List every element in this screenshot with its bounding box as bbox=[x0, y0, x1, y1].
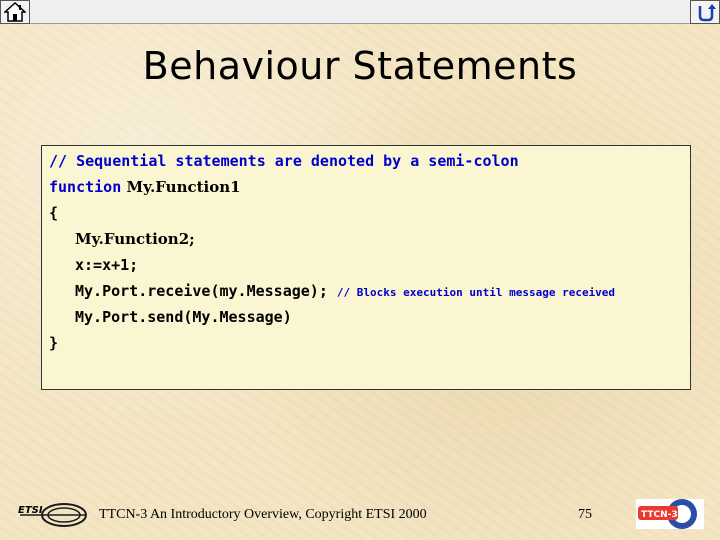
etsi-logo-text: ETSI bbox=[18, 505, 43, 516]
etsi-logo: ETSI bbox=[16, 499, 92, 533]
ttcn3-logo-text: TTCN-3 bbox=[641, 510, 678, 520]
page-number: 75 bbox=[578, 507, 592, 522]
code-statement-3: My.Port.receive(my.Message); // Blocks e… bbox=[49, 278, 690, 304]
receive-statement: My.Port.receive(my.Message); bbox=[75, 282, 328, 300]
function-name: My.Function1 bbox=[121, 178, 241, 196]
ttcn3-logo: TTCN-3 bbox=[636, 497, 704, 535]
code-statement-4: My.Port.send(My.Message) bbox=[75, 308, 292, 326]
function-keyword: function bbox=[49, 178, 122, 196]
code-close-brace: } bbox=[49, 334, 59, 352]
home-button[interactable] bbox=[0, 0, 30, 24]
code-statement-1: My.Function2; bbox=[75, 230, 195, 248]
home-icon bbox=[4, 2, 26, 22]
code-statement-2: x:=x+1; bbox=[75, 256, 139, 274]
slide-title: Behaviour Statements bbox=[142, 44, 578, 88]
code-open-brace: { bbox=[49, 204, 59, 222]
return-button[interactable] bbox=[690, 0, 720, 24]
navigation-bar bbox=[0, 0, 720, 24]
receive-comment: // Blocks execution until message receiv… bbox=[336, 286, 616, 299]
code-comment-line: // Sequential statements are denoted by … bbox=[49, 152, 519, 170]
code-function-line: function My.Function1 bbox=[49, 174, 690, 200]
code-block: // Sequential statements are denoted by … bbox=[41, 145, 691, 390]
return-arrow-icon bbox=[698, 4, 716, 22]
footer-copyright: TTCN-3 An Introductory Overview, Copyrig… bbox=[99, 507, 427, 522]
